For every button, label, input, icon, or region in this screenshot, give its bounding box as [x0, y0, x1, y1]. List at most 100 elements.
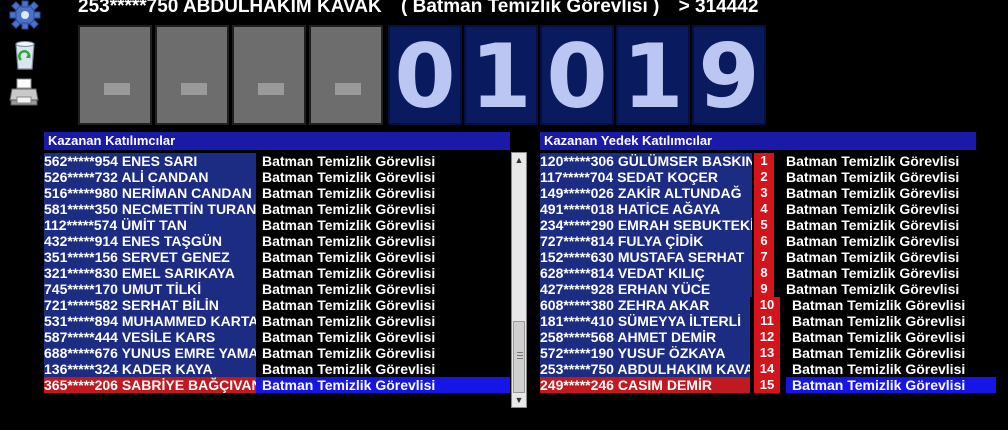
- reserve-order-number: 8: [754, 265, 774, 281]
- winner-row[interactable]: 526*****732 ALİ CANDAN Batman Temizlik Gö…: [44, 169, 510, 185]
- winner-position: Batman Temizlik Görevlisi: [262, 249, 436, 265]
- counter-blank-dash: [104, 83, 130, 95]
- winner-name: 351*****156 SERVET GENEZ: [44, 249, 256, 265]
- counter-blank-dash: [181, 83, 207, 95]
- winner-row[interactable]: 581*****350 NECMETTİN TURAN Batman Temizl…: [44, 201, 510, 217]
- reserve-row[interactable]: 258*****568 AHMET DEMİR 12 Batman Temizlik…: [540, 329, 996, 345]
- winner-row[interactable]: 516*****980 NERİMAN CANDAN Batman Temizli…: [44, 185, 510, 201]
- winners-scrollbar[interactable]: ▲ ▼: [511, 152, 527, 408]
- winners-list[interactable]: 562*****954 ENES SARI Batman Temizlik Gör…: [44, 153, 510, 393]
- counter-digit: 1: [464, 25, 538, 127]
- reserve-row[interactable]: 572*****190 YUSUF ÖZKAYA 13 Batman Temizli…: [540, 345, 996, 361]
- winner-row[interactable]: 321*****830 EMEL SARIKAYA Batman Temizlik…: [44, 265, 510, 281]
- reserve-order-number: 13: [754, 345, 780, 361]
- winner-row[interactable]: 432*****914 ENES TAŞGÜN Batman Temizlik G…: [44, 233, 510, 249]
- scroll-thumb[interactable]: [513, 321, 525, 393]
- scroll-up-arrow-icon[interactable]: ▲: [512, 153, 526, 167]
- reserve-name: 149*****026 ZAKİR ALTUNDAĞ: [540, 185, 752, 201]
- winner-position: Batman Temizlik Görevlisi: [262, 185, 436, 201]
- reserve-row[interactable]: 152*****630 MUSTAFA SERHAT 7 Batman Temizl…: [540, 249, 996, 265]
- counter-blank-dash: [335, 83, 361, 95]
- winner-name: 587*****444 VESİLE KARS: [44, 329, 256, 345]
- counter-digit: 1: [616, 25, 690, 127]
- reserves-panel-title: Kazanan Yedek Katılımcılar: [540, 132, 976, 150]
- reserve-row[interactable]: 253*****750 ABDULHAKIM KAVAK 14 Batman Tem…: [540, 361, 996, 377]
- counter-digit: 9: [692, 25, 766, 127]
- reserve-name: 117*****704 SEDAT KOÇER: [540, 169, 752, 185]
- reserve-name: 234*****290 EMRAH SEBUKTEKİN: [540, 217, 752, 233]
- reserve-row[interactable]: 608*****380 ZEHRA AKAR 10 Batman Temizlik …: [540, 297, 996, 313]
- winner-position: Batman Temizlik Görevlisi: [262, 361, 436, 377]
- counter-digit: 0: [540, 25, 614, 127]
- reserve-row[interactable]: 149*****026 ZAKİR ALTUNDAĞ 3 Batman Temizl…: [540, 185, 996, 201]
- reserve-order-number: 6: [754, 233, 774, 249]
- reserve-row[interactable]: 427*****928 ERHAN YÜCE 9 Batman Temizlik G…: [540, 281, 996, 297]
- reserve-position: Batman Temizlik Görevlisi: [792, 297, 966, 313]
- reserve-row[interactable]: 181*****410 SÜMEYYA İLTERLİ 11 Batman Temi…: [540, 313, 996, 329]
- counter-blank-dash: [258, 83, 284, 95]
- reserves-list[interactable]: 120*****306 GÜLÜMSER BASKIN 1 Batman Temiz…: [540, 153, 996, 393]
- reserve-row[interactable]: 491*****018 HATİCE AĞAYA 4 Batman Temizlik…: [540, 201, 996, 217]
- reserve-row[interactable]: 234*****290 EMRAH SEBUKTEKİN 5 Batman Temi…: [540, 217, 996, 233]
- reserve-order-number: 4: [754, 201, 774, 217]
- reserve-order-number: 5: [754, 217, 774, 233]
- reserve-position: Batman Temizlik Görevlisi: [786, 265, 960, 281]
- winner-position: Batman Temizlik Görevlisi: [262, 153, 436, 169]
- reserve-row[interactable]: 249*****246 CASIM DEMİR 15 Batman Temizlik…: [540, 377, 996, 393]
- winner-row[interactable]: 745*****170 UMUT TİLKİ Batman Temizlik Gö…: [44, 281, 510, 297]
- winner-position: Batman Temizlik Görevlisi: [262, 329, 436, 345]
- winner-position: Batman Temizlik Görevlisi: [262, 281, 436, 297]
- winner-row[interactable]: 688*****676 YUNUS EMRE YAMAN Batman Temiz…: [44, 345, 510, 361]
- reserve-name: 249*****246 CASIM DEMİR: [540, 377, 750, 393]
- participant-count: > 314442: [678, 0, 759, 17]
- reserve-position: Batman Temizlik Görevlisi: [786, 281, 960, 297]
- reserve-name: 120*****306 GÜLÜMSER BASKIN: [540, 153, 752, 169]
- winner-row[interactable]: 562*****954 ENES SARI Batman Temizlik Gör…: [44, 153, 510, 169]
- settings-gear-button[interactable]: [8, 0, 42, 34]
- winner-position: Batman Temizlik Görevlisi: [262, 217, 436, 233]
- reserve-row[interactable]: 628*****814 VEDAT KILIÇ 8 Batman Temizlik …: [540, 265, 996, 281]
- reserve-name: 181*****410 SÜMEYYA İLTERLİ: [540, 313, 750, 329]
- reserve-position: Batman Temizlik Görevlisi: [786, 217, 960, 233]
- winner-position: Batman Temizlik Görevlisi: [256, 377, 510, 393]
- reserve-position: Batman Temizlik Görevlisi: [786, 185, 960, 201]
- winner-row[interactable]: 587*****444 VESİLE KARS Batman Temizlik G…: [44, 329, 510, 345]
- reserve-order-number: 7: [754, 249, 774, 265]
- winner-name: 531*****894 MUHAMMED KARTAL: [44, 313, 256, 329]
- scroll-down-arrow-icon[interactable]: ▼: [512, 393, 526, 407]
- winner-row[interactable]: 136*****324 KADER KAYA Batman Temizlik Gö…: [44, 361, 510, 377]
- winner-position: Batman Temizlik Görevlisi: [262, 297, 436, 313]
- reserve-position: Batman Temizlik Görevlisi: [786, 249, 960, 265]
- counter-blank-slot: [155, 25, 229, 125]
- winner-row[interactable]: 112*****574 ÜMİT TAN Batman Temizlik Göre…: [44, 217, 510, 233]
- winner-name: 526*****732 ALİ CANDAN: [44, 169, 256, 185]
- printer-icon: [9, 78, 39, 106]
- winner-name: 721*****582 SERHAT BİLİN: [44, 297, 256, 313]
- winner-row[interactable]: 365*****206 SABRİYE BAĞÇIVAN Batman Temiz…: [44, 377, 510, 393]
- last-drawn-position: ( Batman Temizlik Görevlisi ): [401, 0, 660, 17]
- counter-blank-slot: [78, 25, 152, 125]
- winner-name: 688*****676 YUNUS EMRE YAMAN: [44, 345, 256, 361]
- recycle-bin-button[interactable]: [8, 38, 42, 72]
- reserve-row[interactable]: 727*****814 FULYA ÇİDİK 6 Batman Temizlik …: [540, 233, 996, 249]
- gear-icon: [9, 0, 41, 30]
- recycle-bin-icon: [15, 41, 35, 70]
- reserve-position: Batman Temizlik Görevlisi: [786, 153, 960, 169]
- print-button[interactable]: [8, 76, 42, 110]
- reserve-name: 427*****928 ERHAN YÜCE: [540, 281, 752, 297]
- reserve-position: Batman Temizlik Görevlisi: [786, 201, 960, 217]
- counter-blank-slot: [232, 25, 306, 125]
- winner-name: 562*****954 ENES SARI: [44, 153, 256, 169]
- reserve-name: 258*****568 AHMET DEMİR: [540, 329, 750, 345]
- reserve-position: Batman Temizlik Görevlisi: [792, 361, 966, 377]
- winner-row[interactable]: 531*****894 MUHAMMED KARTAL Batman Temizl…: [44, 313, 510, 329]
- winner-row[interactable]: 351*****156 SERVET GENEZ Batman Temizlik …: [44, 249, 510, 265]
- reserve-row[interactable]: 117*****704 SEDAT KOÇER 2 Batman Temizlik …: [540, 169, 996, 185]
- reserve-row[interactable]: 120*****306 GÜLÜMSER BASKIN 1 Batman Temiz…: [540, 153, 996, 169]
- reserve-name: 628*****814 VEDAT KILIÇ: [540, 265, 752, 281]
- reserve-position: Batman Temizlik Görevlisi: [792, 329, 966, 345]
- winner-position: Batman Temizlik Görevlisi: [262, 265, 436, 281]
- winner-row[interactable]: 721*****582 SERHAT BİLİN Batman Temizlik …: [44, 297, 510, 313]
- winner-name: 745*****170 UMUT TİLKİ: [44, 281, 256, 297]
- reserve-position: Batman Temizlik Görevlisi: [786, 169, 960, 185]
